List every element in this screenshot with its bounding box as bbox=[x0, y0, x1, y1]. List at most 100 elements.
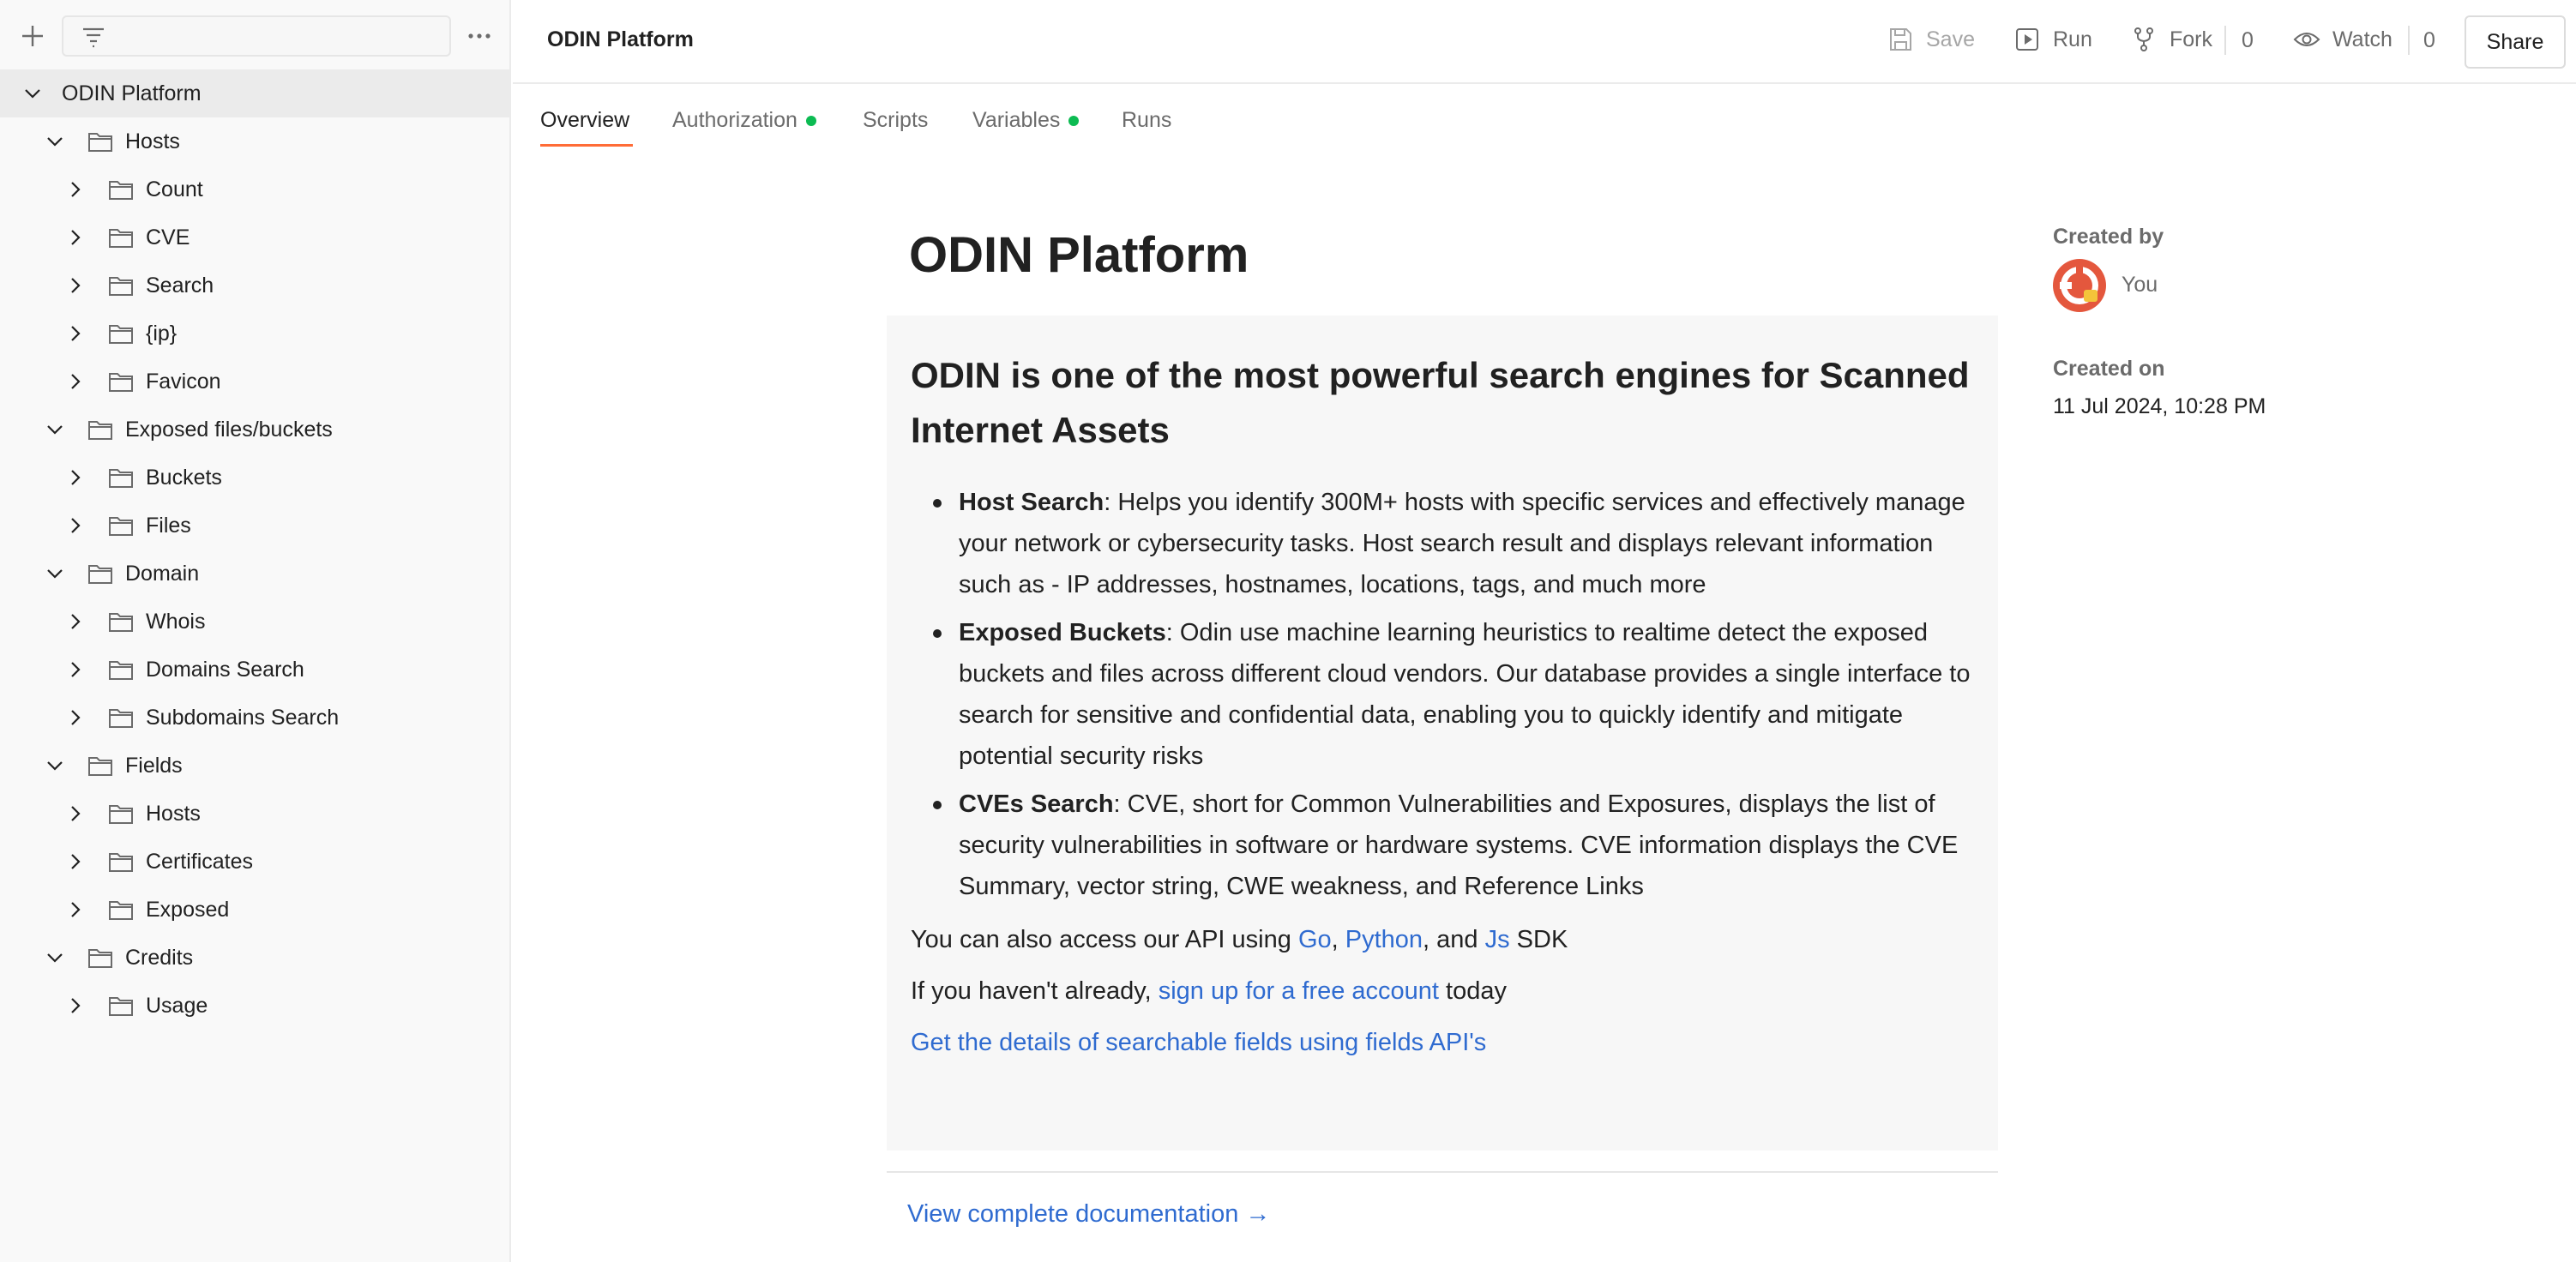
eye-icon bbox=[2293, 33, 2320, 46]
chevron-down-icon[interactable] bbox=[45, 419, 65, 440]
chevron-down-icon[interactable] bbox=[22, 83, 43, 104]
chevron-right-icon[interactable] bbox=[65, 371, 86, 392]
chevron-right-icon[interactable] bbox=[65, 851, 86, 872]
tree-folder-domain[interactable]: Domain bbox=[0, 550, 509, 598]
chevron-right-icon[interactable] bbox=[65, 995, 86, 1016]
fork-count[interactable]: 0 bbox=[2242, 28, 2254, 53]
folder-icon bbox=[88, 133, 112, 152]
chevron-right-icon[interactable] bbox=[65, 227, 86, 248]
chevron-right-icon[interactable] bbox=[65, 803, 86, 824]
tab-label: Runs bbox=[1122, 108, 1172, 132]
chevron-down-icon[interactable] bbox=[45, 947, 65, 968]
tree-item-label: Hosts bbox=[146, 801, 201, 826]
fork-icon bbox=[2134, 27, 2153, 51]
tree-folder-files[interactable]: Files bbox=[0, 502, 509, 550]
tree-folder-favicon[interactable]: Favicon bbox=[0, 358, 509, 406]
fields-api-link[interactable]: Get the details of searchable fields usi… bbox=[911, 1029, 1486, 1056]
share-button[interactable]: Share bbox=[2465, 15, 2566, 69]
tree-folder-hosts[interactable]: Hosts bbox=[0, 117, 509, 165]
folder-icon bbox=[88, 949, 112, 968]
tree-item-label: Subdomains Search bbox=[146, 705, 340, 730]
tree-folder-exposed[interactable]: Exposed bbox=[0, 886, 509, 934]
tree-folder-buckets[interactable]: Buckets bbox=[0, 454, 509, 502]
tree-folder-cve[interactable]: CVE bbox=[0, 213, 509, 261]
divider bbox=[887, 1171, 1998, 1173]
sidebar-toolbar bbox=[0, 0, 509, 72]
view-documentation-link[interactable]: View complete documentation → bbox=[907, 1200, 1270, 1229]
description-box[interactable]: ODIN is one of the most powerful search … bbox=[887, 316, 1998, 1151]
chevron-right-icon[interactable] bbox=[65, 275, 86, 296]
status-dot bbox=[805, 115, 816, 126]
folder-icon bbox=[109, 613, 133, 632]
tree-folder-credits[interactable]: Credits bbox=[0, 934, 509, 982]
filter-input[interactable] bbox=[62, 15, 451, 57]
tree-item-collection[interactable]: ODIN Platform bbox=[0, 69, 509, 117]
more-options-icon[interactable] bbox=[466, 26, 492, 46]
tree-folder-count[interactable]: Count bbox=[0, 165, 509, 213]
python-sdk-link[interactable]: Python bbox=[1345, 926, 1423, 953]
js-sdk-link[interactable]: Js bbox=[1485, 926, 1510, 953]
folder-icon bbox=[109, 997, 133, 1016]
chevron-right-icon[interactable] bbox=[65, 515, 86, 536]
tab-label: Variables bbox=[972, 108, 1061, 132]
signup-link[interactable]: sign up for a free account bbox=[1159, 977, 1439, 1005]
tab-label: Authorization bbox=[672, 108, 797, 132]
folder-icon bbox=[109, 853, 133, 872]
list-item-title: Exposed Buckets bbox=[959, 619, 1166, 646]
tree-folder-whois[interactable]: Whois bbox=[0, 598, 509, 646]
tree-item-label: Usage bbox=[146, 993, 208, 1018]
tree-item-label: Buckets bbox=[146, 465, 222, 490]
tree-item-label: Hosts bbox=[125, 129, 180, 153]
tree-folder-subdomains-search[interactable]: Subdomains Search bbox=[0, 694, 509, 742]
tab-runs[interactable]: Runs bbox=[1122, 108, 1171, 133]
list-item: Host Search: Helps you identify 300M+ ho… bbox=[933, 482, 1974, 605]
save-label: Save bbox=[1926, 27, 1975, 51]
tree-item-label: Domain bbox=[125, 561, 200, 586]
chevron-down-icon[interactable] bbox=[45, 755, 65, 776]
tab-variables[interactable]: Variables bbox=[972, 108, 1080, 133]
folder-icon bbox=[109, 325, 133, 344]
folder-icon bbox=[88, 421, 112, 440]
tree-folder-domains-search[interactable]: Domains Search bbox=[0, 646, 509, 694]
tab-bar: Overview Authorization Scripts Variables… bbox=[513, 86, 2576, 149]
folder-icon bbox=[88, 757, 112, 776]
chevron-right-icon[interactable] bbox=[65, 323, 86, 344]
chevron-right-icon[interactable] bbox=[65, 899, 86, 920]
chevron-down-icon[interactable] bbox=[45, 563, 65, 584]
tree-item-label: Certificates bbox=[146, 849, 254, 874]
chevron-down-icon[interactable] bbox=[45, 131, 65, 152]
tree-folder-search[interactable]: Search bbox=[0, 261, 509, 309]
tab-authorization[interactable]: Authorization bbox=[672, 108, 816, 133]
save-button[interactable]: Save bbox=[1887, 26, 1975, 53]
active-tab-indicator bbox=[540, 144, 633, 147]
description-list: Host Search: Helps you identify 300M+ ho… bbox=[933, 482, 1974, 907]
plus-icon[interactable] bbox=[19, 22, 46, 50]
watch-count[interactable]: 0 bbox=[2423, 28, 2435, 53]
tree-folder-ip[interactable]: {ip} bbox=[0, 309, 509, 358]
tree-item-label: Fields bbox=[125, 753, 183, 778]
tab-overview[interactable]: Overview bbox=[540, 108, 629, 133]
tree-folder-certificates[interactable]: Certificates bbox=[0, 838, 509, 886]
tree-folder-fields-hosts[interactable]: Hosts bbox=[0, 790, 509, 838]
created-on-value: 11 Jul 2024, 10:28 PM bbox=[2053, 394, 2266, 418]
watch-button[interactable]: Watch bbox=[2293, 26, 2392, 53]
fork-button[interactable]: Fork bbox=[2130, 26, 2212, 53]
go-sdk-link[interactable]: Go bbox=[1298, 926, 1332, 953]
save-icon bbox=[1890, 28, 1911, 51]
text: today bbox=[1439, 977, 1507, 1005]
chevron-right-icon[interactable] bbox=[65, 467, 86, 488]
page-title[interactable]: ODIN Platform bbox=[909, 226, 1249, 284]
chevron-right-icon[interactable] bbox=[65, 611, 86, 632]
chevron-right-icon[interactable] bbox=[65, 707, 86, 728]
created-by-value: You bbox=[2122, 273, 2158, 297]
tree-item-label: Exposed files/buckets bbox=[125, 417, 333, 442]
divider bbox=[2408, 26, 2410, 55]
tree-folder-usage[interactable]: Usage bbox=[0, 982, 509, 1030]
tree-folder-exposed-files-buckets[interactable]: Exposed files/buckets bbox=[0, 406, 509, 454]
description-heading: ODIN is one of the most powerful search … bbox=[911, 355, 1970, 450]
run-button[interactable]: Run bbox=[2013, 26, 2092, 53]
tab-scripts[interactable]: Scripts bbox=[863, 108, 928, 133]
chevron-right-icon[interactable] bbox=[65, 659, 86, 680]
tree-folder-fields[interactable]: Fields bbox=[0, 742, 509, 790]
chevron-right-icon[interactable] bbox=[65, 179, 86, 200]
